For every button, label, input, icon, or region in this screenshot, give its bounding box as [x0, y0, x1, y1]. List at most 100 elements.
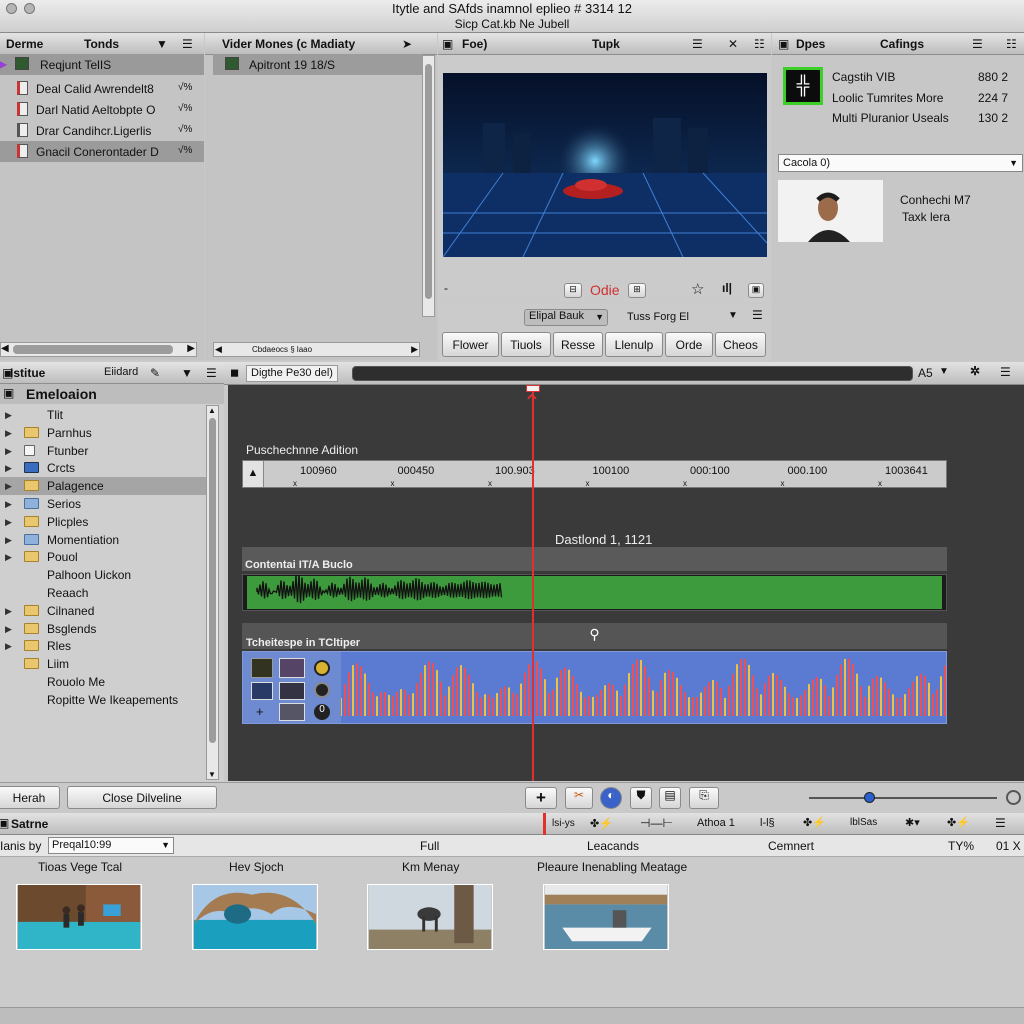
zero-badge-icon[interactable]: 0: [314, 704, 330, 720]
shield-button[interactable]: ⛊: [630, 787, 652, 809]
sidebar-item[interactable]: ▶ Tlit: [0, 406, 206, 424]
zoom-slider-thumb[interactable]: [864, 792, 875, 803]
disclosure-triangle-icon[interactable]: ▶: [5, 517, 12, 528]
list-item[interactable]: Deal Calid Awrendelt8 √%: [0, 78, 204, 99]
thumbnail[interactable]: [279, 658, 305, 678]
disclosure-triangle-icon[interactable]: ▶: [5, 624, 12, 635]
reset-button[interactable]: Resse: [553, 332, 603, 357]
viewer-menu-icon[interactable]: ▣: [442, 37, 453, 51]
disclosure-triangle-icon[interactable]: ▶: [5, 446, 12, 457]
sidebar-item[interactable]: ▶ Bsglends: [0, 620, 206, 638]
sidebar-item[interactable]: ▶ Parnhus: [0, 424, 206, 442]
clip-thumbnail[interactable]: [16, 884, 142, 950]
scroll-down-icon[interactable]: ▼: [208, 770, 216, 779]
column-leacands[interactable]: Leacands: [587, 839, 639, 853]
column-full[interactable]: Full: [420, 839, 439, 853]
disclosure-triangle-icon[interactable]: ▶: [5, 552, 12, 563]
grid-icon[interactable]: ☷: [754, 37, 765, 51]
sidebar-item[interactable]: ▶ Cilnaned: [0, 602, 206, 620]
disclosure-triangle-icon[interactable]: ▶: [5, 428, 12, 439]
flower-button[interactable]: Flower: [442, 332, 499, 357]
fullscreen-button[interactable]: ▣: [748, 283, 764, 298]
edit-icon[interactable]: ✎: [150, 366, 160, 380]
snap-icon[interactable]: ✲: [970, 364, 980, 378]
add-icon[interactable]: +: [256, 704, 264, 719]
order-button[interactable]: Orde: [665, 332, 713, 357]
llenulp-button[interactable]: Llenulp: [605, 332, 663, 357]
list-menu-icon[interactable]: ☰: [995, 816, 1006, 830]
scroll-right-icon[interactable]: ▶: [411, 344, 418, 355]
timecode-ruler[interactable]: ▲ 100960 x 000450 x 100.903 x 100100 x 000:100 x 0…: [242, 460, 947, 488]
settings-badge-icon[interactable]: [314, 682, 330, 698]
tools-icon[interactable]: ✤⚡: [590, 817, 613, 830]
globe-button[interactable]: ◐: [600, 787, 622, 809]
timeline-area[interactable]: Puschechnne Adition ▲ 100960 x 000450 x 100.…: [228, 385, 1024, 781]
disclosure-triangle-icon[interactable]: ▶: [5, 535, 12, 546]
scroll-right-icon[interactable]: ▶: [187, 343, 195, 354]
vertical-scrollbar[interactable]: [422, 55, 435, 317]
video-clip[interactable]: + 0: [242, 651, 947, 724]
list-menu-icon[interactable]: ☰: [972, 37, 983, 51]
film-button[interactable]: ▤: [659, 787, 681, 809]
sidebar-item[interactable]: ▶ Ftunber: [0, 442, 206, 460]
clip-thumbnail[interactable]: [192, 884, 318, 950]
favorite-icon[interactable]: ✱▾: [905, 816, 920, 829]
list-item[interactable]: Drar Candihcr.Ligerlis √%: [0, 120, 204, 141]
timeline-overview-bar[interactable]: [352, 366, 913, 381]
vertical-scrollbar[interactable]: ▲ ▼: [206, 405, 219, 780]
scrollbar-thumb[interactable]: [425, 64, 432, 299]
sidebar-item[interactable]: Ropitte We Ikeapements: [0, 691, 206, 709]
scroll-up-icon[interactable]: ▲: [208, 406, 216, 415]
disclosure-triangle-icon[interactable]: ▶: [5, 463, 12, 474]
sidebar-item[interactable]: ▶ Rles: [0, 637, 206, 655]
list-item-selected[interactable]: Gnacil Conerontader D √%: [0, 141, 204, 162]
tools-icon[interactable]: ✤⚡: [947, 816, 970, 829]
column-comment[interactable]: Cemnert: [768, 839, 814, 853]
close-dilveline-button[interactable]: Close Dilveline: [67, 786, 217, 809]
sidebar-item[interactable]: ▶ Plicples: [0, 513, 206, 531]
sidebar-item[interactable]: ▶ Pouol: [0, 548, 206, 566]
scroll-left-icon[interactable]: ◀: [215, 344, 222, 355]
disclosure-triangle-icon[interactable]: ▶: [5, 606, 12, 617]
link-icon[interactable]: ⚲: [589, 626, 599, 642]
panel-menu-icon[interactable]: ▣: [0, 816, 9, 830]
disclosure-triangle-icon[interactable]: ▶: [5, 410, 12, 421]
list-item[interactable]: Darl Natid Aeltobpte O √%: [0, 99, 204, 120]
list-menu-icon[interactable]: ☰: [182, 37, 193, 51]
horizontal-scrollbar[interactable]: ◀ ▶: [0, 342, 197, 357]
inspector-select[interactable]: Cacola 0) ▼: [778, 154, 1023, 172]
horizontal-scrollbar[interactable]: ◀ Cbdaeocs § laao ▶: [213, 342, 420, 357]
effect-select[interactable]: Elipal Bauk ▼: [524, 309, 608, 326]
chevron-down-icon[interactable]: ▼: [728, 310, 738, 321]
sort-select[interactable]: Preqal10:99 ▼: [48, 837, 174, 854]
browser-column-name[interactable]: Derme: [6, 37, 43, 51]
add-button[interactable]: +: [525, 787, 557, 809]
sidebar-item-selected[interactable]: ▶ Palagence: [0, 477, 206, 496]
search-button[interactable]: Herah: [0, 786, 60, 809]
video-preview-image[interactable]: [443, 73, 767, 257]
sidebar-item[interactable]: Reaach: [0, 584, 206, 602]
tools-button[interactable]: Tiuols: [501, 332, 551, 357]
list-menu-icon[interactable]: ☰: [1000, 365, 1011, 379]
list-menu-icon[interactable]: ☰: [692, 37, 703, 51]
levels-icon[interactable]: ıl|: [722, 281, 732, 295]
zoom-slider[interactable]: [809, 792, 997, 803]
panel-menu-icon[interactable]: ▣: [778, 37, 789, 51]
close-icon[interactable]: ✕: [728, 37, 738, 51]
clip-thumbnail[interactable]: [367, 884, 493, 950]
person-thumbnail[interactable]: [778, 180, 883, 242]
audio-badge-icon[interactable]: [314, 660, 330, 676]
sidebar-item[interactable]: ▶ Serios: [0, 495, 206, 513]
dropdown-triangle-icon[interactable]: ▼: [181, 366, 193, 380]
disclosure-triangle-icon[interactable]: ▶: [5, 481, 12, 492]
scroll-left-icon[interactable]: ◀: [1, 343, 9, 354]
star-icon[interactable]: ☆: [691, 280, 704, 298]
next-frame-button[interactable]: ⊞: [628, 283, 646, 298]
audio-clip[interactable]: [242, 573, 947, 611]
playhead-line[interactable]: [532, 385, 534, 781]
dropdown-triangle-icon[interactable]: ▼: [156, 37, 168, 51]
list-item[interactable]: ▶ Reqjunt TelIS: [0, 54, 204, 75]
blade-tool-button[interactable]: ✂: [565, 787, 593, 809]
list-item[interactable]: Apitront 19 18/S: [213, 54, 423, 75]
sequence-name[interactable]: Digthe Pe30 del): [246, 365, 338, 382]
